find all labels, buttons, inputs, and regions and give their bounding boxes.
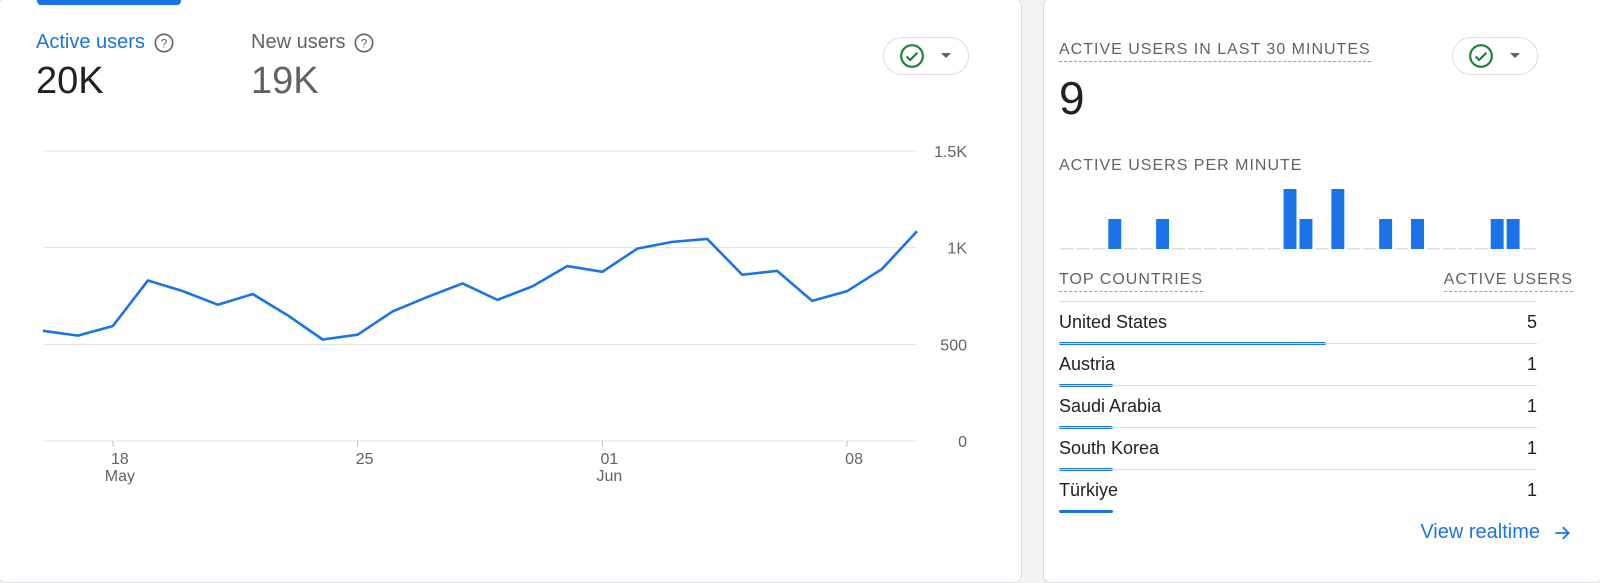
minute-bar-empty xyxy=(1474,248,1488,250)
country-value: 1 xyxy=(1526,438,1537,458)
active-users-line-chart: 0 500 1K 1.5K 18May 25 01Jun 08 xyxy=(42,144,967,485)
minute-bar-empty xyxy=(1395,248,1409,250)
minute-bar-empty xyxy=(1076,248,1090,250)
x-tick-label: 08 xyxy=(845,451,863,468)
minute-bar-empty xyxy=(1442,248,1456,250)
x-tick-label: 18 xyxy=(111,451,129,468)
realtime-title[interactable]: ACTIVE USERS IN LAST 30 MINUTES xyxy=(1059,41,1371,62)
minute-bar-empty xyxy=(1203,248,1217,250)
metric-value-active-users: 20K xyxy=(36,60,104,102)
arrow-right-icon xyxy=(1555,526,1570,539)
realtime-card: ACTIVE USERS IN LAST 30 MINUTES 9 ACTIVE… xyxy=(1043,0,1600,583)
per-minute-bar-chart xyxy=(1060,189,1536,250)
caret-down-icon xyxy=(1510,53,1520,58)
caret-down-icon xyxy=(941,53,951,58)
metric-tab-new-users[interactable]: New users ? 19K xyxy=(251,31,375,103)
check-circle-icon xyxy=(1469,44,1493,68)
minute-bar-empty xyxy=(1235,248,1249,250)
y-tick-label: 1K xyxy=(947,241,967,258)
minute-bar xyxy=(1299,219,1313,249)
metric-value-new-users: 19K xyxy=(251,60,319,102)
minute-bar-empty xyxy=(1458,248,1472,250)
minute-bar-empty xyxy=(1219,248,1233,250)
help-icon[interactable]: ? xyxy=(153,32,175,54)
check-circle-icon xyxy=(900,44,924,68)
countries-table: United States 5 Austria 1 Saudi Arabia 1… xyxy=(1059,301,1537,513)
metric-tab-active-users[interactable]: Active users ? 20K xyxy=(36,31,175,103)
svg-text:?: ? xyxy=(361,36,368,50)
country-name: Austria xyxy=(1059,354,1116,374)
x-tick-label: 25 xyxy=(356,451,374,468)
country-row[interactable]: Saudi Arabia 1 xyxy=(1059,385,1537,429)
minute-bar xyxy=(1411,219,1424,249)
country-value: 1 xyxy=(1526,354,1537,374)
minute-bar-empty xyxy=(1187,248,1201,250)
country-row[interactable]: Türkiye 1 xyxy=(1059,469,1537,513)
minute-bar xyxy=(1156,219,1170,249)
active-users-header[interactable]: ACTIVE USERS xyxy=(1443,271,1573,292)
country-row[interactable]: United States 5 xyxy=(1059,301,1537,345)
country-name: Saudi Arabia xyxy=(1059,396,1162,416)
country-value: 1 xyxy=(1526,396,1537,416)
minute-bar-empty xyxy=(1092,248,1106,250)
overview-card: Active users ? 20K New users ? 19K 0 500 1… xyxy=(0,0,1022,583)
country-row[interactable]: Austria 1 xyxy=(1059,343,1537,387)
metric-label-new-users: New users xyxy=(251,31,346,53)
minute-bar xyxy=(1331,189,1345,249)
country-value: 1 xyxy=(1526,480,1537,500)
country-share-bar xyxy=(1059,510,1113,513)
minute-bar xyxy=(1506,219,1520,249)
country-name: South Korea xyxy=(1059,438,1160,458)
x-tick-sublabel: Jun xyxy=(596,468,622,485)
view-realtime-link[interactable]: View realtime xyxy=(1420,521,1572,544)
minute-bar-empty xyxy=(1172,248,1185,250)
y-tick-label: 500 xyxy=(940,337,967,354)
country-row[interactable]: South Korea 1 xyxy=(1059,427,1537,471)
view-realtime-label: View realtime xyxy=(1420,521,1540,543)
x-tick-label: 01 xyxy=(600,451,618,468)
country-name: United States xyxy=(1059,312,1168,332)
minute-bar xyxy=(1283,189,1297,249)
data-quality-dropdown[interactable] xyxy=(883,37,969,75)
y-tick-label: 0 xyxy=(958,434,967,451)
minute-bar xyxy=(1490,219,1504,249)
active-tab-indicator xyxy=(37,0,181,5)
minute-bar xyxy=(1108,219,1122,249)
minute-bar-empty xyxy=(1060,248,1074,250)
help-icon[interactable]: ? xyxy=(353,32,375,54)
minute-bar-empty xyxy=(1140,248,1154,250)
minute-bar-empty xyxy=(1522,248,1536,250)
country-name: Türkiye xyxy=(1059,480,1119,500)
minute-bar-empty xyxy=(1251,248,1265,250)
x-tick-sublabel: May xyxy=(105,468,135,485)
minute-bar xyxy=(1379,219,1393,249)
top-countries-header[interactable]: TOP COUNTRIES xyxy=(1059,271,1203,292)
minute-bar-empty xyxy=(1315,248,1329,250)
realtime-quality-dropdown[interactable] xyxy=(1452,37,1538,75)
metric-label-active-users: Active users xyxy=(36,31,145,53)
minute-bar-empty xyxy=(1347,248,1361,250)
country-value: 5 xyxy=(1526,312,1537,332)
minute-bar-empty xyxy=(1363,248,1377,250)
svg-text:?: ? xyxy=(161,36,168,50)
per-minute-title: ACTIVE USERS PER MINUTE xyxy=(1059,157,1303,174)
realtime-count: 9 xyxy=(1059,72,1085,124)
minute-bar-empty xyxy=(1426,248,1440,250)
minute-bar-empty xyxy=(1124,248,1138,250)
y-tick-label: 1.5K xyxy=(934,144,967,161)
minute-bar-empty xyxy=(1267,248,1281,250)
